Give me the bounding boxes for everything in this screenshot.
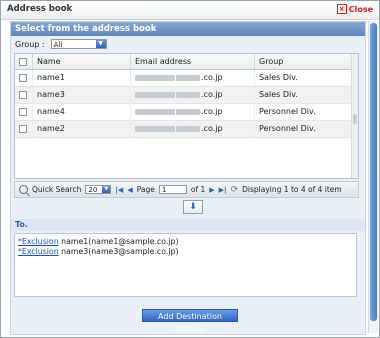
row-checkbox-cell: [15, 87, 33, 103]
redacted-email: [135, 108, 175, 115]
table-row[interactable]: name3 .co.jp Sales Div.: [15, 87, 355, 104]
cell-name: name1: [33, 70, 131, 86]
row-checkbox[interactable]: [19, 73, 27, 82]
address-book-panel: Select from the address book Group : All…: [10, 21, 366, 335]
destination-address: name1(name1@sample.co.jp): [61, 237, 179, 246]
cell-email: .co.jp: [131, 70, 255, 86]
redacted-email: [135, 74, 175, 81]
exclusion-link[interactable]: *Exclusion: [18, 247, 59, 256]
refresh-icon[interactable]: ⟳: [231, 185, 239, 195]
select-all-checkbox[interactable]: [19, 57, 27, 66]
page-number-input[interactable]: 1: [158, 185, 187, 194]
window-title: Address book: [7, 4, 73, 14]
display-status: Displaying 1 to 4 of 4 item: [242, 185, 342, 194]
address-grid: Name Email address Group name1 .co.jp Sa…: [14, 53, 359, 179]
close-button[interactable]: × Close: [336, 4, 373, 14]
group-filter: Group : All ▼: [15, 39, 107, 49]
cell-group: Personnel Div.: [255, 104, 355, 120]
chevron-down-icon[interactable]: ▼: [102, 186, 111, 193]
cell-email: .co.jp: [131, 121, 255, 137]
cell-group: Sales Div.: [255, 87, 355, 103]
move-down-button[interactable]: ⬇: [183, 200, 203, 214]
row-checkbox[interactable]: [19, 90, 27, 99]
page-label: Page: [136, 185, 155, 194]
page-size-select[interactable]: 20 ▼: [85, 185, 112, 194]
address-section-header: Select from the address book: [11, 22, 365, 36]
to-section-header: To.: [11, 219, 365, 231]
exclusion-link[interactable]: *Exclusion: [18, 237, 59, 246]
destination-item: *Exclusion name1(name1@sample.co.jp): [18, 237, 353, 247]
cell-name: name4: [33, 104, 131, 120]
prev-page-icon[interactable]: ◀: [127, 186, 132, 194]
redacted-domain: [176, 74, 200, 81]
last-page-icon[interactable]: ▶|: [219, 186, 227, 194]
email-suffix: co.jp: [203, 107, 223, 116]
cell-group: Sales Div.: [255, 70, 355, 86]
column-header-group[interactable]: Group: [255, 54, 355, 69]
address-book-window: Address book × Close Select from the add…: [0, 0, 380, 338]
cell-name: name3: [33, 87, 131, 103]
grid-body: name1 .co.jp Sales Div. name3 .co.jp Sal…: [15, 70, 355, 138]
cell-email: .co.jp: [131, 87, 255, 103]
search-icon[interactable]: [19, 185, 28, 194]
close-icon[interactable]: ×: [336, 4, 347, 14]
group-select[interactable]: All ▼: [50, 39, 107, 49]
grid-header: Name Email address Group: [15, 54, 355, 70]
destination-list: *Exclusion name1(name1@sample.co.jp) *Ex…: [14, 233, 357, 297]
close-label[interactable]: Close: [349, 5, 373, 14]
table-row[interactable]: name4 .co.jp Personnel Div.: [15, 104, 355, 121]
redacted-email: [135, 91, 175, 98]
email-suffix: co.jp: [203, 73, 223, 82]
email-suffix: co.jp: [203, 124, 223, 133]
page-size-value: 20: [88, 186, 98, 194]
table-row[interactable]: name1 .co.jp Sales Div.: [15, 70, 355, 87]
group-selected-value: All: [53, 41, 63, 49]
window-scroll-thumb[interactable]: [370, 23, 377, 321]
chevron-down-icon[interactable]: ▼: [95, 40, 106, 48]
redacted-domain: [176, 108, 200, 115]
table-row[interactable]: name2 .co.jp Personnel Div.: [15, 121, 355, 138]
row-checkbox[interactable]: [19, 107, 27, 116]
redacted-domain: [176, 125, 200, 132]
column-header-email[interactable]: Email address: [131, 54, 255, 69]
add-destination-button[interactable]: Add Destination address: [142, 309, 238, 334]
title-bar: Address book × Close: [1, 1, 379, 20]
quick-search-label[interactable]: Quick Search: [32, 185, 81, 194]
row-checkbox-cell: [15, 70, 33, 86]
destination-address: name3(name3@sample.co.jp): [61, 247, 179, 256]
group-label: Group :: [15, 39, 45, 49]
row-checkbox-cell: [15, 104, 33, 120]
window-scrollbar[interactable]: [368, 21, 378, 333]
email-suffix: co.jp: [203, 90, 223, 99]
first-page-icon[interactable]: |◀: [115, 186, 123, 194]
next-page-icon[interactable]: ▶: [209, 186, 214, 194]
redacted-domain: [176, 91, 200, 98]
cell-name: name2: [33, 121, 131, 137]
pagination-bar: Quick Search 20 ▼ |◀ ◀ Page 1 of 1 ▶ ▶| …: [14, 181, 359, 198]
cell-group: Personnel Div.: [255, 121, 355, 137]
row-checkbox[interactable]: [19, 124, 27, 133]
cell-email: .co.jp: [131, 104, 255, 120]
destination-item: *Exclusion name3(name3@sample.co.jp): [18, 247, 353, 257]
grid-scrollbar[interactable]: [351, 54, 358, 178]
redacted-email: [135, 125, 175, 132]
column-header-name[interactable]: Name: [33, 54, 131, 69]
select-all-cell: [15, 54, 33, 69]
grid-scroll-thumb[interactable]: [353, 114, 357, 124]
page-count: of 1: [190, 185, 206, 194]
arrow-down-icon[interactable]: ⬇: [189, 202, 197, 212]
row-checkbox-cell: [15, 121, 33, 137]
